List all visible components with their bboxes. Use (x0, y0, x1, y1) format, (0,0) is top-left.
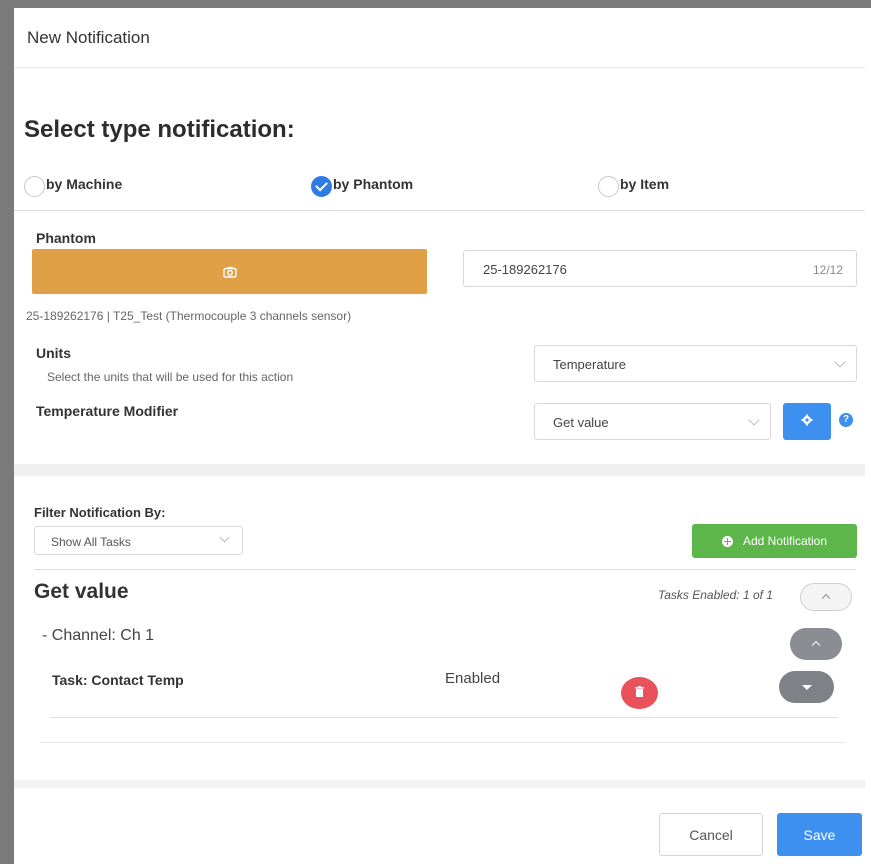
save-button[interactable]: Save (777, 813, 862, 856)
tasks-enabled-count: Tasks Enabled: 1 of 1 (658, 588, 773, 602)
radio-label: by Phantom (333, 175, 414, 192)
group-title: Get value (34, 580, 129, 603)
chevron-down-icon (219, 532, 230, 543)
dialog-header: New Notification (14, 8, 865, 68)
phantom-label: Phantom (36, 230, 96, 246)
modifier-label: Temperature Modifier (36, 403, 179, 419)
channel-label: - Channel: Ch 1 (42, 627, 155, 644)
phantom-id-value: 25-189262176 (483, 262, 567, 277)
channel-collapse-button[interactable] (790, 628, 842, 660)
filter-label: Filter Notification By: (34, 505, 166, 520)
units-help-text: Select the units that will be used for t… (47, 370, 294, 384)
task-name: Task: Contact Temp (52, 672, 184, 688)
divider (14, 210, 865, 211)
divider (40, 742, 846, 743)
filter-select[interactable]: Show All Tasks (34, 526, 243, 555)
units-label: Units (36, 345, 71, 361)
plus-circle-icon (721, 535, 733, 547)
footer-separator (14, 780, 865, 788)
help-icon[interactable]: ? (839, 413, 853, 427)
radio-by-phantom[interactable]: by Phantom (311, 176, 413, 197)
add-notification-button[interactable]: Add Notification (692, 524, 857, 558)
modifier-selected-value: Get value (553, 415, 609, 430)
scan-button[interactable] (32, 249, 427, 294)
phantom-id-input[interactable]: 25-189262176 12/12 (463, 250, 857, 287)
chevron-up-icon (821, 593, 831, 603)
new-notification-dialog: New Notification Select type notificatio… (14, 8, 865, 864)
gear-icon (801, 413, 813, 431)
units-select[interactable]: Temperature (534, 345, 857, 382)
phantom-description: 25-189262176 | T25_Test (Thermocouple 3 … (26, 309, 352, 323)
radio-circle-checked[interactable] (311, 176, 332, 197)
chevron-up-icon (811, 640, 821, 650)
radio-label: by Machine (46, 175, 123, 192)
dialog-title: New Notification (27, 28, 150, 47)
task-expand-button[interactable] (779, 671, 834, 703)
group-collapse-button[interactable] (800, 583, 852, 611)
delete-task-button[interactable] (621, 677, 658, 709)
section-separator (14, 464, 865, 476)
radio-by-machine[interactable]: by Machine (24, 176, 122, 197)
radio-circle[interactable] (598, 176, 619, 197)
chevron-down-icon (834, 356, 846, 368)
divider (50, 717, 838, 718)
task-status: Enabled (445, 670, 501, 687)
caret-down-icon (801, 685, 812, 690)
character-counter: 12/12 (812, 263, 843, 277)
divider (34, 569, 856, 570)
window-frame-left (0, 0, 14, 864)
trash-icon (635, 684, 644, 702)
window-frame-top (0, 0, 871, 8)
radio-label: by Item (620, 175, 670, 192)
camera-icon (222, 266, 237, 278)
radio-by-item[interactable]: by Item (598, 176, 669, 197)
filter-selected-value: Show All Tasks (51, 535, 131, 549)
cancel-button[interactable]: Cancel (659, 813, 763, 856)
units-selected-value: Temperature (553, 357, 626, 372)
add-notification-label: Add Notification (742, 534, 828, 548)
modifier-settings-button[interactable] (783, 403, 831, 440)
radio-circle[interactable] (24, 176, 45, 197)
type-heading: Select type notification: (24, 116, 295, 143)
modifier-select[interactable]: Get value (534, 403, 771, 440)
chevron-down-icon (748, 414, 760, 426)
